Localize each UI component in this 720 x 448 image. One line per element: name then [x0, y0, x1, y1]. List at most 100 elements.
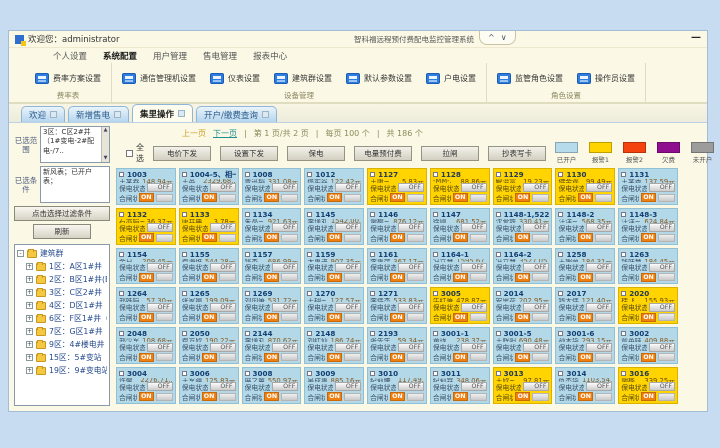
gate-toggle-track[interactable] [532, 234, 549, 242]
ribbon-button-1-1[interactable]: 仪表设置 [210, 73, 260, 84]
tree-item-3[interactable]: +4区：D区1#井（D区.. [17, 299, 107, 312]
gate-on-badge[interactable]: ON [264, 273, 279, 282]
power-keep-toggle[interactable]: OFF [461, 343, 487, 352]
meter-card[interactable]: 1164-1冯立慧1595.67.保电状态OFF合闸状态ON [430, 248, 490, 285]
meter-card[interactable]: 1155费海维544.28元保电状态OFF合闸状态ON [179, 248, 239, 285]
card-checkbox[interactable] [370, 212, 375, 217]
expand-icon[interactable]: + [26, 302, 33, 309]
gate-toggle-track[interactable] [595, 194, 612, 202]
gate-on-badge[interactable]: ON [139, 353, 154, 362]
card-checkbox[interactable] [245, 331, 250, 336]
gate-toggle-track[interactable] [658, 393, 675, 401]
meter-card[interactable]: 1127王康~.5.83元保电状态OFF合闸状态ON [367, 168, 427, 205]
gate-toggle-track[interactable] [344, 234, 361, 242]
ribbon-button-2-0[interactable]: 监管角色设置 [497, 73, 563, 84]
gate-on-badge[interactable]: ON [264, 392, 279, 401]
meter-card[interactable]: 3005牛红争478.87元保电状态OFF合闸状态ON [430, 287, 490, 324]
meter-card[interactable]: 3001-6孙木华.293.15元保电状态OFF合闸状态ON [555, 327, 615, 364]
gate-toggle-track[interactable] [595, 234, 612, 242]
card-checkbox[interactable] [182, 172, 187, 177]
menu-tab-1[interactable]: 系统配置 [103, 50, 137, 62]
gate-toggle-track[interactable] [219, 273, 236, 281]
power-keep-toggle[interactable]: OFF [586, 382, 612, 391]
power-keep-toggle[interactable]: OFF [147, 183, 173, 192]
gate-toggle-track[interactable] [532, 353, 549, 361]
meter-card[interactable]: 1128-MM-.88.86元保电状态OFF合闸状态ON [430, 168, 490, 205]
meter-card[interactable]: 3011纪莉霖348.06元保电状态OFF合闸状态ON [430, 367, 490, 404]
gate-toggle-track[interactable] [595, 393, 612, 401]
gate-toggle-track[interactable] [532, 273, 549, 281]
meter-card[interactable]: 1148-3汪洋~.624.84元保电状态OFF合闸状态ON [618, 208, 678, 245]
doc-tab-3[interactable]: 开户/缴费查询 [196, 106, 277, 122]
selected-condition-listbox[interactable]: 新风表；已开户表； [40, 166, 110, 203]
power-keep-toggle[interactable]: OFF [649, 382, 675, 391]
expand-icon[interactable]: + [26, 367, 33, 374]
card-checkbox[interactable] [119, 172, 124, 177]
power-keep-toggle[interactable]: OFF [210, 303, 236, 312]
tree-item-6[interactable]: +9区：4#楼电井（4#.. [17, 338, 107, 351]
meter-card[interactable]: 1004-5、相一王英2329.68..保电状态OFF合闸状态ON [179, 168, 239, 205]
meter-card[interactable]: 1154金日209.45元保电状态OFF合闸状态ON [116, 248, 176, 285]
ribbon-button-1-3[interactable]: 默认参数设置 [346, 73, 412, 84]
gate-on-badge[interactable]: ON [264, 313, 279, 322]
power-keep-toggle[interactable]: OFF [272, 263, 298, 272]
meter-card[interactable]: 1145李瑾丸.1542.00.保电状态OFF合闸状态ON [304, 208, 364, 245]
gate-on-badge[interactable]: ON [641, 273, 656, 282]
power-keep-toggle[interactable]: OFF [523, 223, 549, 232]
gate-on-badge[interactable]: ON [515, 233, 530, 242]
gate-toggle-track[interactable] [658, 273, 675, 281]
card-checkbox[interactable] [496, 172, 501, 177]
card-checkbox[interactable] [621, 252, 626, 257]
gate-on-badge[interactable]: ON [453, 193, 468, 202]
gate-toggle-track[interactable] [156, 194, 173, 202]
power-keep-toggle[interactable]: OFF [335, 382, 361, 391]
meter-card[interactable]: 1265张家娜199.09元保电状态OFF合闸状态ON [179, 287, 239, 324]
power-keep-toggle[interactable]: OFF [147, 223, 173, 232]
gate-on-badge[interactable]: ON [641, 193, 656, 202]
gate-on-badge[interactable]: ON [578, 353, 593, 362]
card-checkbox[interactable] [307, 252, 312, 257]
gate-toggle-track[interactable] [281, 273, 298, 281]
power-keep-toggle[interactable]: OFF [335, 183, 361, 192]
power-keep-toggle[interactable]: OFF [649, 303, 675, 312]
select-all-checkbox[interactable] [126, 150, 133, 157]
tab-close-icon[interactable] [114, 111, 121, 118]
power-keep-toggle[interactable]: OFF [586, 183, 612, 192]
meter-card[interactable]: 1148-2汪洋~.568.35元保电状态OFF合闸状态ON [555, 208, 615, 245]
card-checkbox[interactable] [119, 291, 124, 296]
ribbon-button-1-0[interactable]: 通信管理机设置 [122, 73, 196, 84]
minimize-button[interactable]: — [691, 32, 701, 43]
collapse-icon[interactable]: - [17, 250, 24, 257]
expand-icon[interactable]: + [26, 289, 33, 296]
gate-on-badge[interactable]: ON [202, 233, 217, 242]
card-checkbox[interactable] [621, 291, 626, 296]
gate-toggle-track[interactable] [407, 273, 424, 281]
power-keep-toggle[interactable]: OFF [335, 223, 361, 232]
card-checkbox[interactable] [433, 172, 438, 177]
gate-toggle-track[interactable] [532, 313, 549, 321]
card-checkbox[interactable] [433, 252, 438, 257]
gate-on-badge[interactable]: ON [578, 233, 593, 242]
tree-item-1[interactable]: +2区：B区1#井(B区1.. [17, 273, 107, 286]
gate-toggle-track[interactable] [281, 234, 298, 242]
power-keep-toggle[interactable]: OFF [461, 303, 487, 312]
gate-toggle-track[interactable] [219, 313, 236, 321]
gate-toggle-track[interactable] [470, 234, 487, 242]
prev-page-link[interactable]: 上一页 [182, 128, 206, 139]
power-keep-toggle[interactable]: OFF [398, 303, 424, 312]
gate-toggle-track[interactable] [595, 273, 612, 281]
gate-on-badge[interactable]: ON [264, 193, 279, 202]
meter-card[interactable]: 3008展之翼550.97元保电状态OFF合闸状态ON [242, 367, 302, 404]
card-checkbox[interactable] [496, 212, 501, 217]
gate-toggle-track[interactable] [219, 234, 236, 242]
doc-tab-2[interactable]: 集里操作 [132, 104, 193, 122]
power-keep-toggle[interactable]: OFF [335, 303, 361, 312]
gate-on-badge[interactable]: ON [578, 273, 593, 282]
gate-toggle-track[interactable] [658, 234, 675, 242]
power-keep-toggle[interactable]: OFF [523, 382, 549, 391]
gate-on-badge[interactable]: ON [202, 392, 217, 401]
gate-on-badge[interactable]: ON [139, 313, 154, 322]
meter-card[interactable]: 1146谢樱~.876.12元保电状态OFF合闸状态ON [367, 208, 427, 245]
power-keep-toggle[interactable]: OFF [335, 263, 361, 272]
gate-on-badge[interactable]: ON [641, 392, 656, 401]
